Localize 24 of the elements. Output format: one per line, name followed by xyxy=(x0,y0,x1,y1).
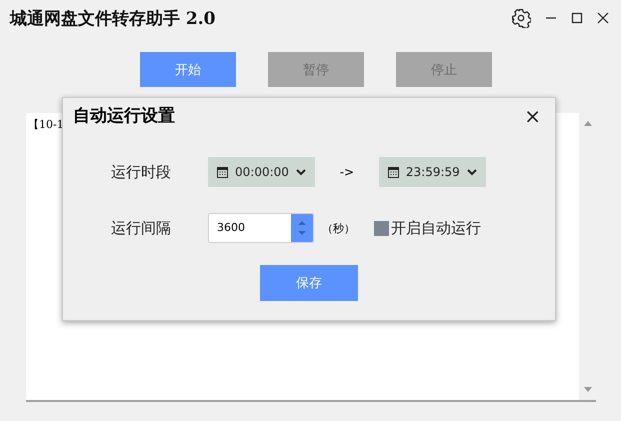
time-picker[interactable]: 00:00:00 xyxy=(208,157,315,187)
log-line: 【10-1 xyxy=(28,117,65,132)
dialog-title: 自动运行设置 xyxy=(73,105,175,127)
time-picker[interactable]: 23:59:59 xyxy=(378,157,486,187)
field-label: 运行间隔 xyxy=(111,218,172,238)
spin-down-icon[interactable] xyxy=(297,230,307,236)
close-button[interactable]: × xyxy=(524,106,541,126)
calendar-icon xyxy=(217,166,228,178)
chevron-down-icon xyxy=(466,168,477,176)
field-label: 运行时段 xyxy=(111,162,172,182)
scroll-down-icon[interactable] xyxy=(582,386,592,394)
spin-up-icon[interactable] xyxy=(297,220,307,226)
range-arrow: -> xyxy=(338,165,356,179)
checkbox-square[interactable] xyxy=(374,220,389,236)
number-spinner[interactable]: 3600 xyxy=(208,213,314,243)
chevron-down-icon xyxy=(296,168,306,176)
close-icon[interactable] xyxy=(597,12,609,24)
auto-run-checkbox[interactable]: 开启自动运行 xyxy=(374,218,481,238)
settings-icon[interactable] xyxy=(511,8,531,28)
calendar-icon xyxy=(388,166,399,178)
unit-label: （秒） xyxy=(322,220,356,236)
maximize-icon[interactable] xyxy=(571,12,583,24)
scroll-up-icon[interactable] xyxy=(582,119,592,127)
window-title: 城通网盘文件转存助手 2.0 xyxy=(10,8,216,30)
